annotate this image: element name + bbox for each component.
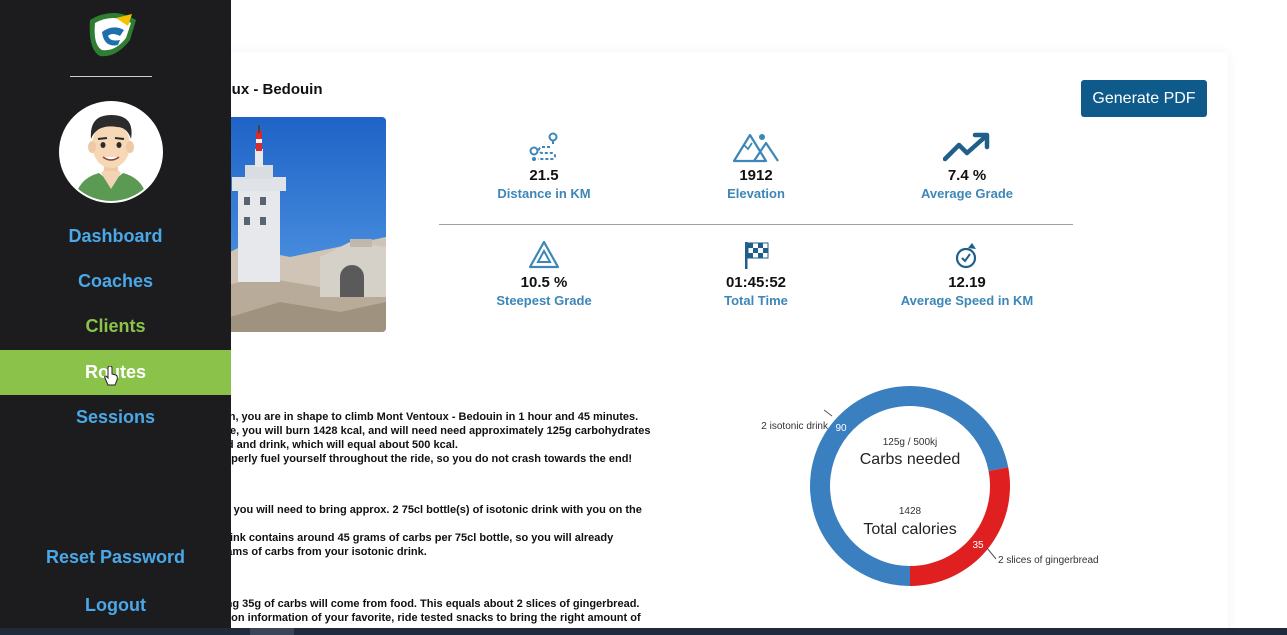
stat-label: Total Time [724, 293, 788, 308]
nutrition-paragraph-2: r ride, you will need to bring approx. 2… [200, 503, 710, 517]
slice-value-isotonic: 90 [835, 423, 847, 434]
slice-label-isotonic: 2 isotonic drink [761, 421, 829, 432]
text-line: 90 grams of carbs from your isotonic dri… [200, 546, 427, 558]
stat-value: 21.5 [529, 167, 559, 184]
carbs-label: Carbs needed [860, 451, 961, 468]
stat-value: 1912 [739, 167, 773, 184]
stat-average-speed: 12.19 Average Speed in KM [867, 240, 1067, 308]
calories-value: 1428 [899, 506, 922, 517]
stat-value: 01:45:52 [725, 274, 787, 291]
sidebar: Dashboard Coaches Clients Routes Session… [0, 0, 231, 628]
stat-steepest-grade: 10.5 % Steepest Grade [444, 240, 644, 308]
nutrition-paragraph-4: paining 35g of carbs will come from food… [200, 597, 710, 625]
text-line: r ride, you will need to bring approx. 2… [200, 504, 642, 516]
logo-divider [70, 76, 152, 77]
sidebar-item-coaches[interactable]: Coaches [0, 259, 231, 304]
stat-label: Steepest Grade [496, 293, 592, 308]
stat-value: 12.19 [948, 274, 986, 291]
calories-label: Total calories [863, 521, 956, 538]
nutrition-paragraph-3: nic drink contains around 45 grams of ca… [200, 531, 710, 559]
sidebar-item-sessions[interactable]: Sessions [0, 395, 231, 440]
donut-slices [810, 386, 1010, 586]
text-line: nic drink contains around 45 grams of ca… [200, 532, 614, 544]
stat-average-grade: 7.4 % Average Grade [867, 131, 1067, 201]
taskbar-item[interactable] [250, 628, 294, 635]
nutrition-paragraph-1: vidson, you are in shape to climb Mont V… [200, 410, 710, 466]
steep-triangle-icon [528, 240, 560, 269]
stat-elevation: 1912 Elevation [656, 131, 856, 201]
sidebar-item-clients[interactable]: Clients [0, 304, 231, 349]
text-line: he ride, you will burn 1428 kcal, and wi… [200, 425, 651, 437]
app-window: entoux - Bedouin Generate PDF 21.5 Dista… [0, 0, 1287, 635]
trend-up-icon [943, 132, 990, 162]
stat-value: 10.5 % [520, 274, 568, 291]
text-line: u food and drink, which will equal about… [200, 439, 458, 451]
taskbar [0, 628, 1287, 635]
stat-label: Average Grade [920, 186, 1013, 201]
carbs-value: 125g / 500kj [883, 437, 938, 448]
stat-label: Distance in KM [497, 186, 591, 201]
speed-stopwatch-icon [955, 243, 977, 269]
stat-label: Elevation [727, 186, 785, 201]
user-avatar[interactable] [59, 101, 163, 203]
avatar-image [61, 103, 161, 201]
text-line: to properly fuel yourself throughout the… [200, 453, 633, 465]
carbs-donut-chart: 2 isotonic drink 90 2 slices of gingerbr… [761, 386, 1099, 586]
text-line: paining 35g of carbs will come from food… [200, 598, 640, 610]
route-icon [529, 132, 558, 161]
stats-divider [439, 224, 1073, 225]
sidebar-item-dashboard[interactable]: Dashboard [0, 214, 231, 259]
slice-leader-line [986, 547, 997, 560]
slice-label-gingerbread: 2 slices of gingerbread [998, 555, 1099, 566]
checkered-flag-icon [745, 242, 769, 269]
logout-link[interactable]: Logout [0, 583, 231, 628]
text-line: vidson, you are in shape to climb Mont V… [200, 411, 639, 423]
text-line: nutrition information of your favorite, … [200, 612, 641, 624]
generate-pdf-button[interactable]: Generate PDF [1081, 80, 1207, 117]
app-logo [89, 13, 136, 57]
stat-distance: 21.5 Distance in KM [444, 131, 644, 201]
mountains-icon [732, 133, 779, 163]
stat-total-time: 01:45:52 Total Time [656, 240, 856, 308]
stat-value: 7.4 % [947, 167, 987, 184]
slice-value-gingerbread: 35 [972, 540, 984, 551]
hand-cursor-icon [104, 366, 118, 386]
stat-label: Average Speed in KM [900, 293, 1034, 308]
slice-leader-line [823, 409, 833, 417]
reset-password-link[interactable]: Reset Password [0, 535, 231, 580]
